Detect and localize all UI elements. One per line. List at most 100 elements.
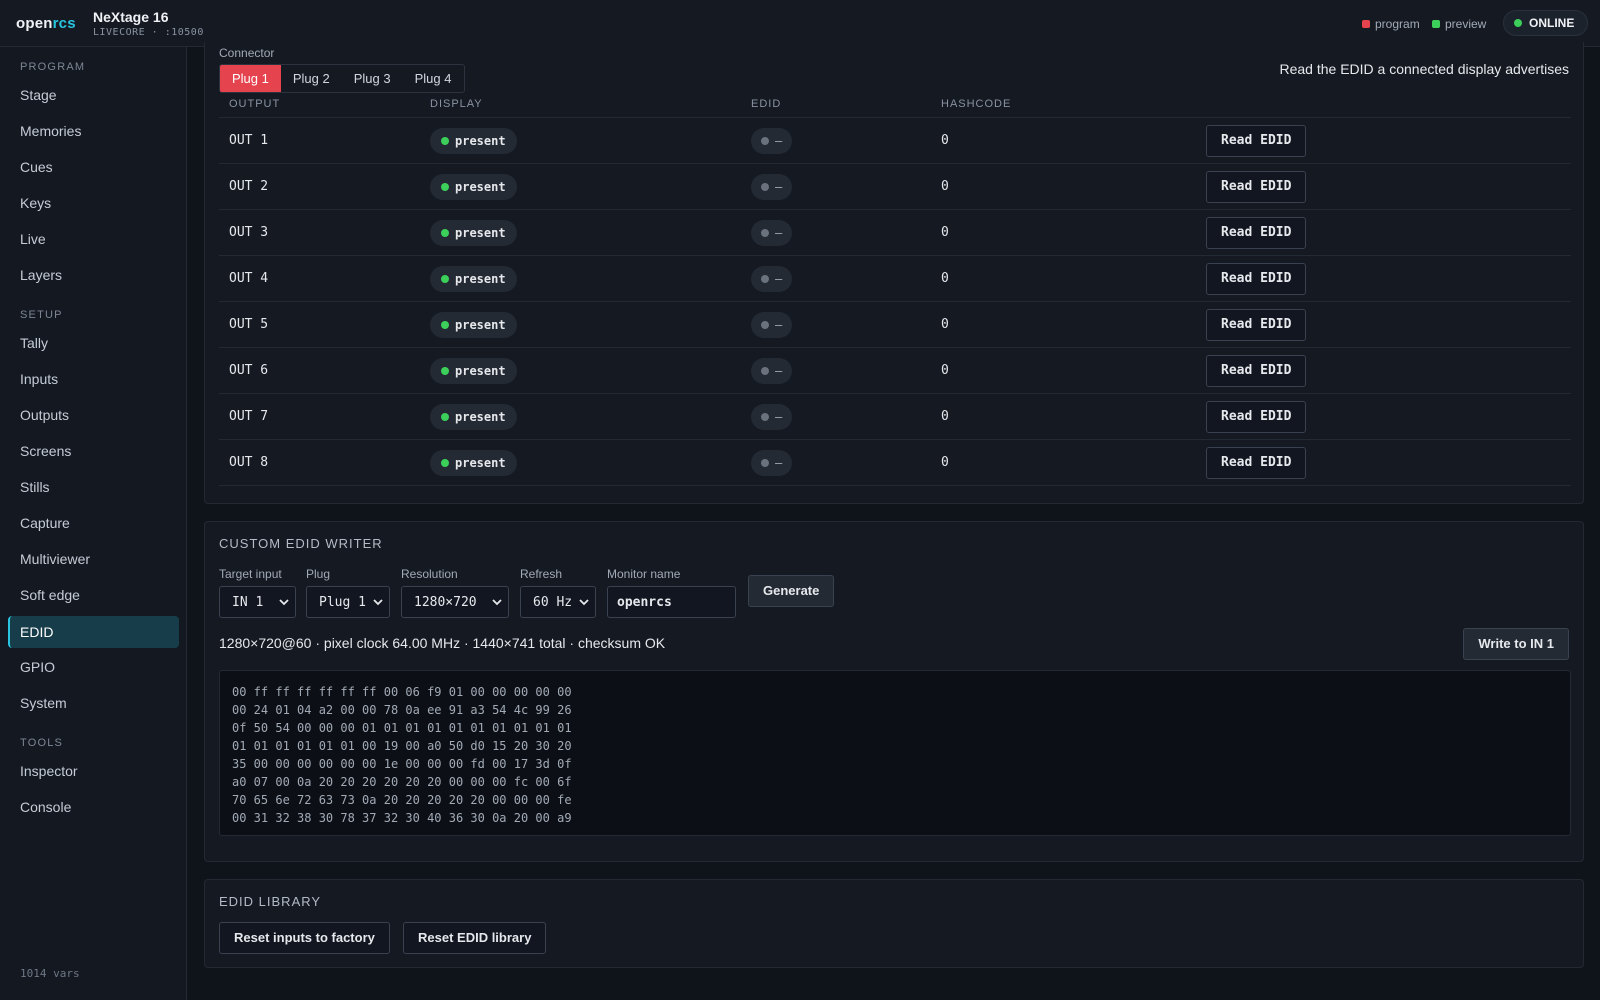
tab-plug-2[interactable]: Plug 2 — [281, 65, 342, 92]
connector-label: Connector — [219, 46, 275, 60]
reset-inputs-button[interactable]: Reset inputs to factory — [219, 922, 390, 954]
sidebar-item-system[interactable]: System — [8, 687, 179, 719]
read-edid-button[interactable]: Read EDID — [1206, 124, 1307, 157]
top-bar: openrcs NeXtage 16 LIVECORE · :10500 pro… — [0, 0, 1600, 47]
legend-program: program — [1362, 17, 1420, 31]
sidebar-item-live[interactable]: Live — [8, 223, 179, 255]
reset-library-button[interactable]: Reset EDID library — [403, 922, 547, 954]
sidebar-item-inspector[interactable]: Inspector — [8, 755, 179, 787]
tab-plug-3[interactable]: Plug 3 — [342, 65, 403, 92]
sidebar-item-cues[interactable]: Cues — [8, 151, 179, 183]
output-name: OUT 2 — [229, 179, 269, 194]
device-address: LIVECORE · :10500 — [93, 27, 204, 38]
target-input-select[interactable]: IN 1 — [219, 586, 296, 618]
output-name: OUT 6 — [229, 363, 269, 378]
read-edid-button[interactable]: Read EDID — [1206, 216, 1307, 249]
display-status-badge: present — [430, 265, 517, 292]
status-dot-icon — [761, 136, 769, 145]
sidebar-item-soft-edge[interactable]: Soft edge — [8, 579, 179, 611]
display-status-badge: present — [430, 127, 517, 154]
sidebar-item-gpio[interactable]: GPIO — [8, 651, 179, 683]
resolution-select[interactable]: 1280×720 — [401, 586, 509, 618]
device-name: NeXtage 16 — [93, 9, 169, 25]
sidebar-item-console[interactable]: Console — [8, 791, 179, 823]
status-dot-icon — [441, 274, 449, 283]
refresh-select[interactable]: 60 Hz — [520, 586, 596, 618]
output-name: OUT 8 — [229, 455, 269, 470]
output-name: OUT 7 — [229, 409, 269, 424]
sidebar-item-stills[interactable]: Stills — [8, 471, 179, 503]
hex-line: 00 31 32 38 30 78 37 32 30 40 36 30 0a 2… — [232, 811, 572, 825]
edid-summary: 1280×720@60 · pixel clock 64.00 MHz · 14… — [219, 635, 666, 651]
sidebar-section-program: PROGRAM — [20, 61, 86, 73]
display-status-badge: present — [430, 357, 517, 384]
table-row: OUT 8 present — 0 Read EDID — [219, 440, 1571, 486]
sidebar-item-screens[interactable]: Screens — [8, 435, 179, 467]
status-dot-icon — [761, 412, 769, 421]
sidebar-item-tally[interactable]: Tally — [8, 327, 179, 359]
status-dot-icon — [441, 366, 449, 375]
hex-line: 00 ff ff ff ff ff ff 00 06 f9 01 00 00 0… — [232, 685, 572, 699]
hashcode-value: 0 — [941, 133, 949, 148]
sidebar-item-outputs[interactable]: Outputs — [8, 399, 179, 431]
sidebar-item-layers[interactable]: Layers — [8, 259, 179, 291]
column-output: OUTPUT — [229, 98, 281, 110]
edid-status-badge: — — [751, 219, 793, 246]
status-dot-icon — [761, 274, 769, 283]
read-edid-button[interactable]: Read EDID — [1206, 446, 1307, 479]
table-row: OUT 3 present — 0 Read EDID — [219, 210, 1571, 256]
tab-plug-1[interactable]: Plug 1 — [220, 65, 281, 92]
refresh-field: Refresh 60 Hz — [520, 567, 596, 618]
read-edid-button[interactable]: Read EDID — [1206, 400, 1307, 433]
edid-status-badge: — — [751, 403, 793, 430]
edid-status-badge: — — [751, 311, 793, 338]
output-name: OUT 4 — [229, 271, 269, 286]
plug-select[interactable]: Plug 1 — [306, 586, 390, 618]
read-edid-button[interactable]: Read EDID — [1206, 170, 1307, 203]
sidebar-item-inputs[interactable]: Inputs — [8, 363, 179, 395]
hashcode-value: 0 — [941, 225, 949, 240]
sidebar-item-stage[interactable]: Stage — [8, 79, 179, 111]
status-badge: ONLINE — [1503, 10, 1589, 36]
sidebar-item-capture[interactable]: Capture — [8, 507, 179, 539]
hex-line: 35 00 00 00 00 00 00 1e 00 00 00 fd 00 1… — [232, 757, 572, 771]
read-edid-button[interactable]: Read EDID — [1206, 262, 1307, 295]
sidebar-item-multiviewer[interactable]: Multiviewer — [8, 543, 179, 575]
sidebar-item-edid[interactable]: EDID — [8, 616, 179, 648]
plug-tabs: Plug 1 Plug 2 Plug 3 Plug 4 — [219, 64, 465, 93]
status-dot-icon — [761, 228, 769, 237]
output-name: OUT 5 — [229, 317, 269, 332]
sidebar-item-memories[interactable]: Memories — [8, 115, 179, 147]
writer-title: CUSTOM EDID WRITER — [219, 536, 383, 551]
sidebar-item-keys[interactable]: Keys — [8, 187, 179, 219]
status-dot-icon — [1514, 19, 1522, 27]
target-input-field: Target input IN 1 — [219, 567, 296, 618]
status-dot-icon — [441, 320, 449, 329]
custom-edid-writer-panel: CUSTOM EDID WRITER Target input IN 1 Plu… — [204, 521, 1584, 862]
tab-plug-4[interactable]: Plug 4 — [403, 65, 464, 92]
plug-field: Plug Plug 1 — [306, 567, 390, 618]
output-name: OUT 3 — [229, 225, 269, 240]
write-to-input-button[interactable]: Write to IN 1 — [1463, 628, 1569, 660]
generate-button[interactable]: Generate — [748, 575, 835, 607]
monitor-name-field: Monitor name openrcs — [607, 567, 736, 618]
legend-preview: preview — [1432, 17, 1486, 31]
hex-line: 0f 50 54 00 00 00 01 01 01 01 01 01 01 0… — [232, 721, 572, 735]
status-dot-icon — [761, 320, 769, 329]
status-dot-icon — [761, 182, 769, 191]
table-header: OUTPUT DISPLAY EDID HASHCODE — [219, 98, 1571, 118]
status-dot-icon — [761, 458, 769, 467]
table-row: OUT 6 present — 0 Read EDID — [219, 348, 1571, 394]
read-edid-button[interactable]: Read EDID — [1206, 308, 1307, 341]
read-edid-button[interactable]: Read EDID — [1206, 354, 1307, 387]
chevron-down-icon — [492, 599, 502, 606]
program-color-square — [1362, 20, 1370, 28]
monitor-name-input[interactable]: openrcs — [607, 586, 736, 618]
edid-hex-dump[interactable]: 00 ff ff ff ff ff ff 00 06 f9 01 00 00 0… — [219, 670, 1571, 836]
display-status-badge: present — [430, 449, 517, 476]
hashcode-value: 0 — [941, 409, 949, 424]
status-dot-icon — [441, 458, 449, 467]
edid-status-badge: — — [751, 127, 793, 154]
edid-status-badge: — — [751, 173, 793, 200]
table-row: OUT 1 present — 0 Read EDID — [219, 118, 1571, 164]
